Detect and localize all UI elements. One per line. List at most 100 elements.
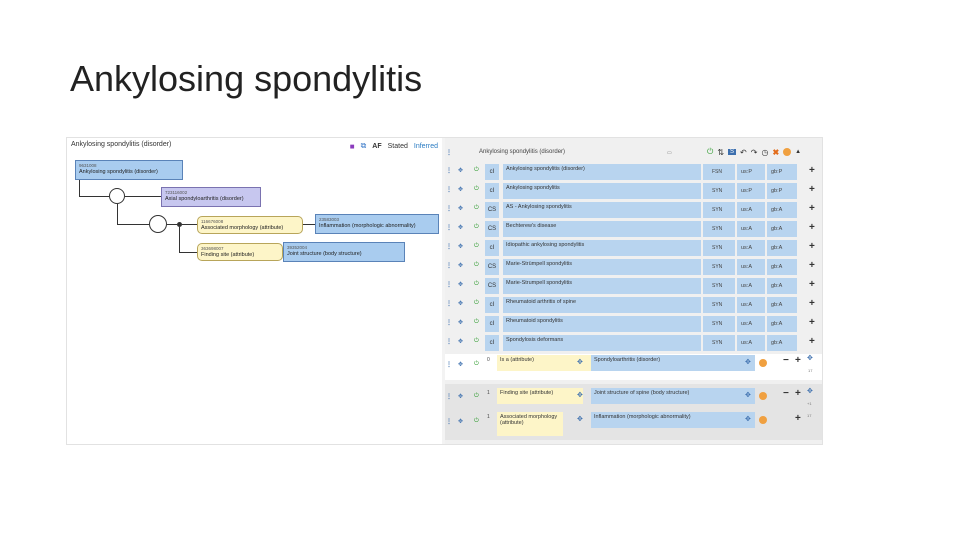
description-term[interactable]: Marie-Strumpell spondylitis (503, 278, 701, 294)
case-significance[interactable]: CS (485, 278, 499, 294)
description-type[interactable]: SYN (703, 316, 735, 332)
active-toggle-icon[interactable]: ⏻ (474, 224, 479, 231)
case-significance[interactable]: cI (485, 183, 499, 199)
description-term[interactable]: Rheumatoid spondylitis (503, 316, 701, 332)
active-toggle-icon[interactable]: ⏻ (474, 205, 479, 212)
close-icon[interactable]: ✖ (772, 148, 779, 157)
drag-icon[interactable]: ✥ (458, 186, 463, 193)
row-menu-icon[interactable]: ⋮ (446, 300, 452, 307)
case-significance[interactable]: CS (485, 259, 499, 275)
description-term[interactable]: Spondylosis deformans (503, 335, 701, 351)
case-significance[interactable]: CS (485, 202, 499, 218)
case-significance[interactable]: cI (485, 164, 499, 180)
description-type[interactable]: SYN (703, 297, 735, 313)
relationship-type[interactable]: Finding site (attribute) (497, 388, 583, 404)
dest-drag-icon[interactable]: ✥ (745, 391, 751, 399)
history-icon[interactable]: ◷ (761, 148, 768, 157)
description-type[interactable]: SYN (703, 221, 735, 237)
row-menu-icon[interactable]: ⋮ (446, 319, 452, 326)
gb-acceptability[interactable]: gb:P (767, 183, 797, 199)
description-type[interactable]: SYN (703, 183, 735, 199)
description-term[interactable]: Rheumatoid arthritis of spine (503, 297, 701, 313)
gb-acceptability[interactable]: gb:A (767, 297, 797, 313)
collapse-icon[interactable]: ▲ (795, 149, 801, 155)
drag-icon[interactable]: ✥ (458, 262, 463, 269)
us-acceptability[interactable]: us:A (737, 316, 765, 332)
us-acceptability[interactable]: us:A (737, 240, 765, 256)
relationship-destination[interactable]: Inflammation (morphologic abnormality) (591, 412, 755, 428)
undo-icon[interactable]: ↶ (740, 148, 747, 157)
add-relationship-button[interactable]: + (795, 355, 801, 366)
description-term[interactable]: Marie-Strümpell spondylitis (503, 259, 701, 275)
relationship-group[interactable]: 1 (487, 414, 490, 420)
add-description-button[interactable]: + (809, 279, 815, 290)
description-type[interactable]: SYN (703, 240, 735, 256)
active-toggle-icon[interactable]: ⏻ (474, 338, 479, 345)
row-menu-icon[interactable]: ⋮ (446, 418, 452, 425)
us-acceptability[interactable]: us:A (737, 221, 765, 237)
case-significance[interactable]: cI (485, 335, 499, 351)
open-external-icon[interactable]: ⧉ (361, 141, 367, 151)
inferred-toggle[interactable]: Inferred (414, 143, 438, 150)
gb-acceptability[interactable]: gb:P (767, 164, 797, 180)
gb-acceptability[interactable]: gb:A (767, 259, 797, 275)
move-icon[interactable]: ✥ (807, 387, 813, 395)
row-menu-icon[interactable]: ⋮ (446, 338, 452, 345)
row-menu-icon[interactable]: ⋮ (446, 224, 452, 231)
remove-relationship-button[interactable]: − (783, 388, 789, 399)
stated-toggle[interactable]: Stated (388, 143, 408, 150)
us-acceptability[interactable]: us:A (737, 278, 765, 294)
drag-icon[interactable]: ✥ (458, 393, 463, 400)
row-menu-icon[interactable]: ⋮ (446, 243, 452, 250)
gb-acceptability[interactable]: gb:A (767, 278, 797, 294)
description-term[interactable]: Idiopathic ankylosing spondylitis (503, 240, 701, 256)
drag-icon[interactable]: ✥ (458, 281, 463, 288)
description-term[interactable]: Bechterew's disease (503, 221, 701, 237)
dest-drag-icon[interactable]: ✥ (745, 358, 751, 366)
case-significance[interactable]: CS (485, 221, 499, 237)
active-toggle-icon[interactable]: ⏻ (474, 186, 479, 193)
move-icon[interactable]: ✥ (807, 354, 813, 362)
attribute-node-morphology[interactable]: 116676008 Associated morphology (attribu… (197, 216, 303, 234)
drag-icon[interactable]: ✥ (458, 167, 463, 174)
relationship-destination[interactable]: Joint structure of spine (body structure… (591, 388, 755, 404)
description-term[interactable]: Ankylosing spondylitis (503, 183, 701, 199)
case-significance[interactable]: cI (485, 316, 499, 332)
relationship-group[interactable]: 1 (487, 390, 490, 396)
relationship-destination[interactable]: Spondyloarthritis (disorder) (591, 355, 755, 371)
type-drag-icon[interactable]: ✥ (577, 415, 583, 423)
description-type[interactable]: SYN (703, 335, 735, 351)
add-description-button[interactable]: + (809, 203, 815, 214)
description-type[interactable]: FSN (703, 164, 735, 180)
row-menu-icon[interactable]: ⋮ (446, 262, 452, 269)
gb-acceptability[interactable]: gb:A (767, 240, 797, 256)
active-toggle-icon[interactable]: ⏻ (474, 319, 479, 326)
remove-relationship-button[interactable]: − (783, 355, 789, 366)
attribute-node-finding-site[interactable]: 363698007 Finding site (attribute) (197, 243, 283, 261)
row-menu-icon[interactable]: ⋮ (446, 393, 452, 400)
redo-icon[interactable]: ↷ (751, 148, 758, 157)
relationship-group[interactable]: 0 (487, 357, 490, 363)
us-acceptability[interactable]: us:A (737, 202, 765, 218)
active-toggle-icon[interactable]: ⏻ (707, 147, 713, 157)
row-menu-icon[interactable]: ⋮ (446, 361, 452, 368)
add-description-button[interactable]: + (809, 336, 815, 347)
type-drag-icon[interactable]: ✥ (577, 358, 583, 366)
add-relationship-button[interactable]: + (795, 413, 801, 424)
drag-icon[interactable]: ✥ (458, 338, 463, 345)
row-menu-icon[interactable]: ⋮ (446, 281, 452, 288)
af-toggle[interactable]: AF (372, 143, 381, 150)
active-toggle-icon[interactable]: ⏻ (474, 393, 479, 400)
active-toggle-icon[interactable]: ⏻ (474, 361, 479, 368)
add-description-button[interactable]: + (809, 260, 815, 271)
us-acceptability[interactable]: us:P (737, 183, 765, 199)
description-type[interactable]: SYN (703, 202, 735, 218)
dest-drag-icon[interactable]: ✥ (745, 415, 751, 423)
drag-icon[interactable]: ✥ (458, 361, 463, 368)
add-relationship-button[interactable]: + (795, 388, 801, 399)
us-acceptability[interactable]: us:A (737, 335, 765, 351)
drag-icon[interactable]: ✥ (458, 224, 463, 231)
description-type[interactable]: SYN (703, 259, 735, 275)
add-description-button[interactable]: + (809, 165, 815, 176)
add-description-button[interactable]: + (809, 222, 815, 233)
